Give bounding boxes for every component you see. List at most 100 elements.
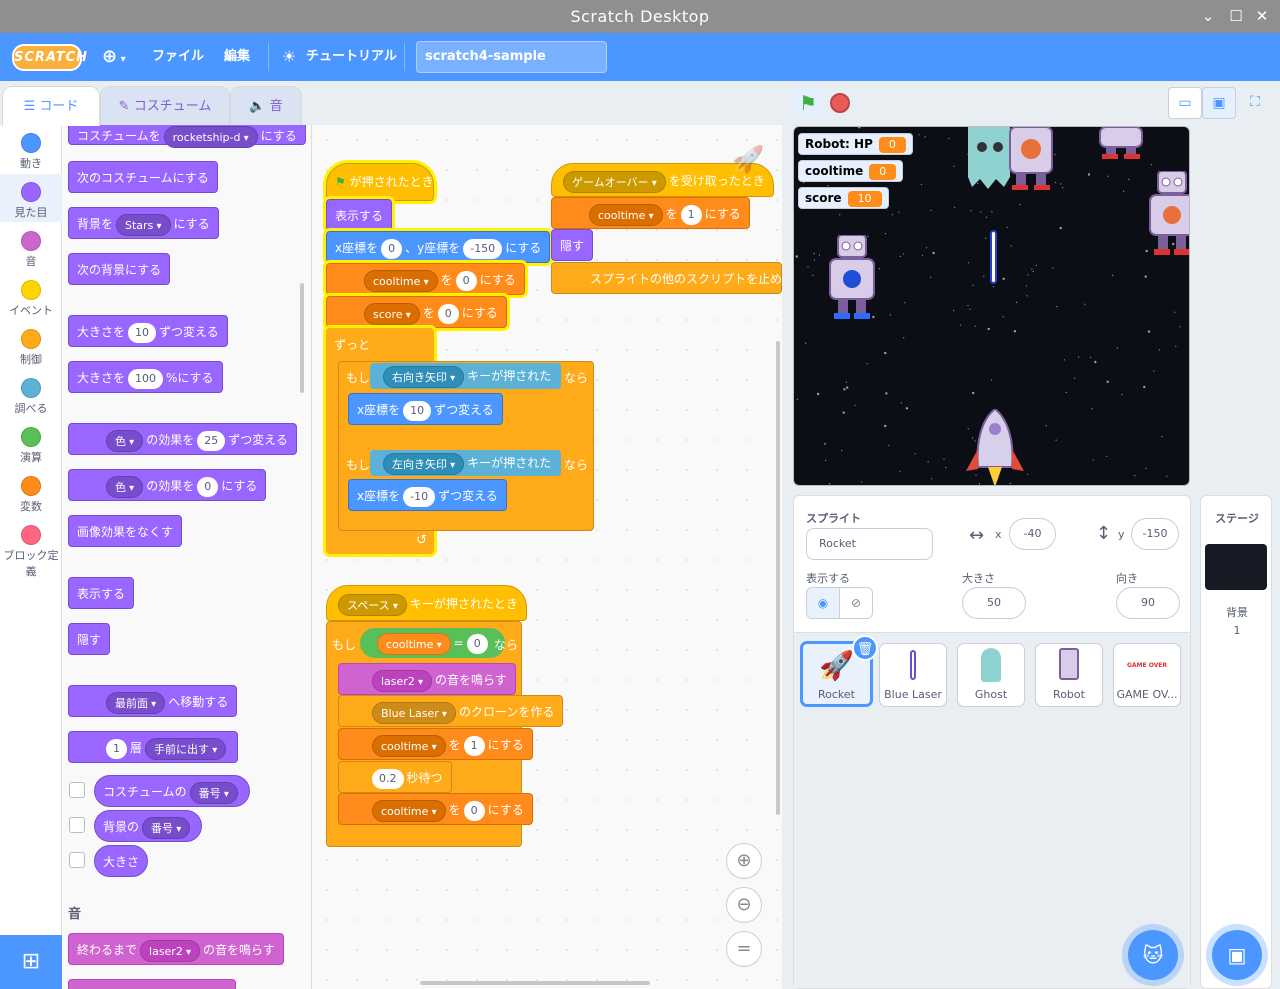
block-when-flag-clicked[interactable]: ⚑ が押されたとき	[326, 163, 434, 201]
green-flag-button[interactable]: ⚑	[793, 88, 823, 118]
show-eye-icon[interactable]: ◉	[806, 587, 840, 619]
variable-dropdown[interactable]: cooltime	[589, 203, 663, 226]
category-8[interactable]: ブロック定義	[0, 517, 62, 578]
block-when-key-pressed[interactable]: スペースキーが押されたとき	[326, 585, 527, 621]
script-vertical-scrollbar[interactable]	[776, 341, 780, 815]
backdrop-dropdown[interactable]: Stars	[116, 213, 171, 236]
hide-eye-icon[interactable]: ⊘	[839, 587, 873, 619]
message-dropdown[interactable]: ゲームオーバー	[563, 170, 666, 193]
sprite-tile-robot[interactable]: Robot	[1035, 643, 1103, 707]
small-stage-button[interactable]: ▭	[1168, 87, 1202, 119]
layer-direction-dropdown[interactable]: 手前に出す	[145, 737, 227, 760]
variable-dropdown[interactable]: score	[364, 302, 420, 325]
costume-number-checkbox[interactable]	[69, 782, 85, 798]
block-set-score[interactable]: scoreを0にする	[326, 296, 507, 328]
category-7[interactable]: 変数	[0, 468, 62, 516]
size-checkbox[interactable]	[69, 852, 85, 868]
close-icon[interactable]: ✕	[1254, 8, 1270, 24]
block-goto-layer[interactable]: 最前面へ移動する	[68, 685, 238, 717]
category-1[interactable]: 見た目	[0, 174, 62, 222]
fullscreen-button[interactable]: ⛶	[1238, 87, 1272, 119]
sprite-tile-ghost[interactable]: Ghost	[957, 643, 1025, 707]
delete-sprite-icon[interactable]: 🗑	[852, 635, 878, 661]
sprite-name-input[interactable]: Rocket	[806, 528, 933, 560]
category-5[interactable]: 調べる	[0, 370, 62, 418]
monitor-robot-hp[interactable]: Robot: HP 0	[798, 133, 913, 155]
direction-input[interactable]: 90	[1116, 587, 1180, 619]
sprite-tile-game-over[interactable]: GAME OVER GAME OV...	[1113, 643, 1181, 707]
stage-selector-pane[interactable]: ステージ 背景 1	[1200, 495, 1272, 989]
key-dropdown[interactable]: 左向き矢印	[383, 452, 465, 475]
effect-dropdown[interactable]: 色	[106, 429, 144, 452]
block-sound-partial[interactable]	[68, 979, 236, 989]
size-input[interactable]: 50	[962, 587, 1026, 619]
block-layer-forward[interactable]: 1 層手前に出す	[68, 731, 239, 763]
sound-dropdown[interactable]: laser2	[372, 669, 433, 692]
block-show[interactable]: 表示する	[326, 199, 393, 231]
stage-canvas[interactable]: Robot: HP 0 cooltime 0 score 10	[793, 126, 1190, 486]
block-switch-costume[interactable]: コスチュームをrocketship-dにする	[68, 125, 306, 148]
costume-rep-dropdown[interactable]: 番号	[189, 781, 238, 804]
category-3[interactable]: イベント	[0, 272, 62, 320]
variable-dropdown[interactable]: cooltime	[364, 269, 438, 292]
script-horizontal-scrollbar[interactable]	[420, 981, 650, 985]
block-set-cooltime[interactable]: cooltimeを1にする	[338, 728, 533, 760]
block-clear-effects[interactable]: 画像効果をなくす	[68, 515, 183, 547]
block-palette[interactable]: コスチュームをrocketship-dにする 次のコスチュームにする 背景をSt…	[62, 125, 312, 989]
tab-code[interactable]: ☰ コード	[2, 86, 100, 126]
normal-stage-button[interactable]: ▣	[1202, 87, 1236, 119]
monitor-score[interactable]: score 10	[798, 187, 889, 209]
block-hide[interactable]: 隠す	[68, 623, 111, 655]
monitor-cooltime[interactable]: cooltime 0	[798, 160, 904, 182]
clone-dropdown[interactable]: Blue Laser	[372, 701, 456, 724]
x-position-input[interactable]: -40	[1009, 518, 1056, 550]
block-show[interactable]: 表示する	[68, 577, 135, 609]
block-create-clone[interactable]: Blue Laserのクローンを作る	[338, 695, 564, 727]
key-dropdown[interactable]: スペース	[338, 593, 407, 616]
block-next-backdrop[interactable]: 次の背景にする	[68, 253, 171, 285]
block-goto-xy[interactable]: x座標を 0 、y座標を -150 にする	[326, 231, 551, 263]
tab-costume[interactable]: ✎ コスチューム	[100, 86, 230, 126]
tab-sound[interactable]: 🔈 音	[230, 86, 302, 126]
block-change-effect[interactable]: 色の効果を25ずつ変える	[68, 423, 297, 455]
minimize-icon[interactable]: ⌄	[1200, 8, 1216, 24]
language-globe-icon[interactable]: ⊕ ▾	[102, 33, 126, 81]
block-change-size[interactable]: 大きさを 10 ずつ変える	[68, 315, 228, 347]
maximize-icon[interactable]: ☐	[1228, 8, 1244, 24]
project-title-input[interactable]: scratch4-sample	[416, 41, 607, 73]
block-set-cooltime[interactable]: cooltimeを1にする	[551, 197, 750, 229]
block-play-sound-until-done[interactable]: 終わるまでlaser2の音を鳴らす	[68, 933, 284, 965]
block-change-x-right[interactable]: x座標を 10 ずつ変える	[348, 393, 503, 425]
scratch-logo[interactable]: SCRATCH	[12, 44, 87, 71]
sound-dropdown[interactable]: laser2	[140, 939, 201, 962]
block-stop-other-scripts[interactable]: スプライトの他のスクリプトを止める	[551, 262, 782, 294]
file-menu[interactable]: ファイル	[152, 33, 204, 81]
choose-sprite-button[interactable]: 🐱	[1128, 930, 1178, 980]
variable-reporter[interactable]: cooltime	[377, 632, 451, 655]
reporter-size[interactable]: 大きさ	[94, 845, 149, 877]
block-set-cooltime[interactable]: cooltimeを0にする	[326, 263, 525, 295]
category-6[interactable]: 演算	[0, 419, 62, 467]
category-2[interactable]: 音	[0, 223, 62, 271]
palette-scrollbar[interactable]	[300, 283, 304, 393]
y-position-input[interactable]: -150	[1131, 518, 1179, 550]
reporter-backdrop-number[interactable]: 背景の 番号	[94, 810, 203, 842]
backdrop-number-checkbox[interactable]	[69, 817, 85, 833]
block-change-x-left[interactable]: x座標を -10 ずつ変える	[348, 479, 507, 511]
zoom-out-button[interactable]: ⊖	[726, 887, 762, 923]
block-hide[interactable]: 隠す	[551, 229, 594, 261]
operator-equals[interactable]: cooltime=0	[360, 628, 505, 658]
block-next-costume[interactable]: 次のコスチュームにする	[68, 161, 218, 193]
zoom-reset-button[interactable]: =	[726, 931, 762, 967]
zoom-in-button[interactable]: ⊕	[726, 843, 762, 879]
layer-dropdown[interactable]: 最前面	[106, 691, 166, 714]
backdrop-rep-dropdown[interactable]: 番号	[142, 816, 191, 839]
key-dropdown[interactable]: 右向き矢印	[383, 365, 465, 388]
choose-backdrop-button[interactable]: ▣	[1212, 930, 1262, 980]
category-4[interactable]: 制御	[0, 321, 62, 369]
block-wait[interactable]: 0.2 秒待つ	[338, 761, 452, 793]
edit-menu[interactable]: 編集	[224, 33, 250, 81]
variable-dropdown[interactable]: cooltime	[372, 799, 446, 822]
block-play-sound[interactable]: laser2の音を鳴らす	[338, 663, 516, 695]
reporter-costume-number[interactable]: コスチュームの 番号	[94, 775, 250, 807]
